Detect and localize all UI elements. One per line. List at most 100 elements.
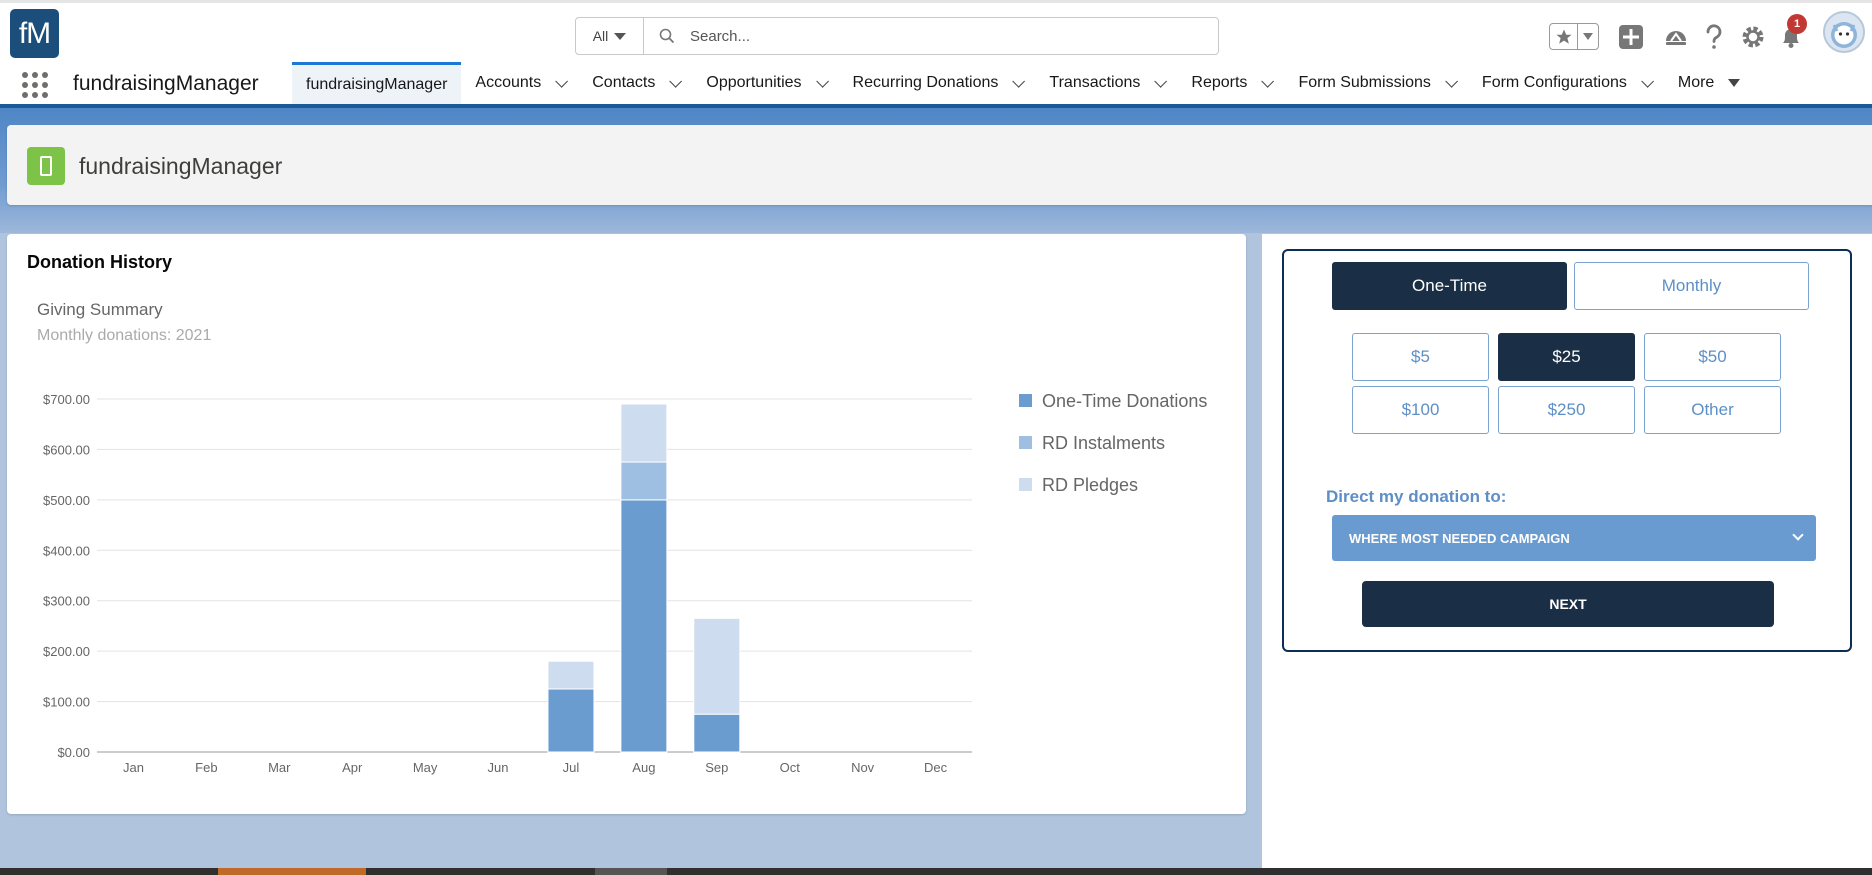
- nav-tab-transactions[interactable]: Transactions: [1035, 62, 1177, 104]
- legend-label: One-Time Donations: [1042, 391, 1207, 411]
- favorites-dropdown-icon[interactable]: [1578, 24, 1598, 49]
- nav-tab-form-configurations[interactable]: Form Configurations: [1468, 62, 1664, 104]
- chevron-down-icon[interactable]: [1012, 74, 1026, 88]
- campaign-select-value: WHERE MOST NEEDED CAMPAIGN: [1349, 530, 1570, 546]
- amount-25-button[interactable]: $25: [1498, 333, 1635, 381]
- x-tick-label: Mar: [268, 760, 291, 775]
- settings-gear-icon[interactable]: [1739, 23, 1767, 51]
- nav-tab-label: Accounts: [475, 74, 542, 91]
- y-tick-label: $400.00: [43, 543, 90, 558]
- legend-label: RD Pledges: [1042, 475, 1138, 495]
- amount-5-button[interactable]: $5: [1352, 333, 1489, 381]
- legend-swatch: [1019, 394, 1032, 407]
- search-input[interactable]: [690, 18, 1218, 54]
- chevron-down-icon[interactable]: [555, 74, 569, 88]
- nav-tab-form-submissions[interactable]: Form Submissions: [1284, 62, 1467, 104]
- star-icon[interactable]: [1550, 24, 1578, 49]
- y-tick-label: $200.00: [43, 644, 90, 659]
- nav-tab-label: Contacts: [592, 74, 656, 91]
- nav-tab-reports[interactable]: Reports: [1177, 62, 1284, 104]
- page-title: fundraisingManager: [79, 153, 283, 179]
- x-tick-label: Jan: [123, 760, 144, 775]
- amount-100-button[interactable]: $100: [1352, 386, 1489, 434]
- direct-donation-label: Direct my donation to:: [1326, 487, 1507, 506]
- trailhead-icon[interactable]: [1662, 23, 1690, 51]
- taskbar-strip: [0, 868, 1872, 875]
- nav-tab-label: Recurring Donations: [852, 74, 999, 91]
- help-icon[interactable]: [1700, 23, 1728, 51]
- x-tick-label: Dec: [924, 760, 948, 775]
- nav-tab-more[interactable]: More: [1664, 62, 1754, 104]
- chevron-down-icon[interactable]: [1154, 74, 1168, 88]
- nav-tab-label: fundraisingManager: [306, 75, 448, 93]
- search-scope-label: All: [592, 28, 609, 44]
- nav-tab-label: Reports: [1191, 74, 1248, 91]
- app-page-icon: [27, 147, 65, 185]
- nav-tab-label: More: [1677, 74, 1715, 91]
- x-tick-label: Oct: [780, 760, 801, 775]
- one-time-button[interactable]: One-Time: [1332, 262, 1567, 310]
- caret-down-icon: [614, 32, 627, 40]
- app-nav-bar: fundraisingManager fundraisingManager Ac…: [0, 62, 1872, 108]
- nav-tab-label: Form Submissions: [1298, 74, 1431, 91]
- page-header: fundraisingManager: [7, 125, 1872, 205]
- bar-segment: [620, 403, 668, 463]
- bar-segment: [693, 713, 741, 753]
- chevron-down-icon: [1792, 529, 1804, 541]
- amount-250-button[interactable]: $250: [1498, 386, 1635, 434]
- y-tick-label: $100.00: [43, 695, 90, 710]
- nav-tabs: fundraisingManager Accounts Contacts Opp…: [292, 62, 1754, 104]
- nav-tab-label: Transactions: [1049, 74, 1141, 91]
- y-tick-label: $300.00: [43, 594, 90, 609]
- bar-segment: [547, 660, 595, 690]
- nav-tab-home[interactable]: fundraisingManager: [292, 62, 462, 104]
- notification-count-badge: 1: [1787, 14, 1807, 34]
- favorites-group: [1549, 23, 1599, 50]
- y-tick-label: $0.00: [57, 745, 90, 760]
- amount-50-button[interactable]: $50: [1644, 333, 1781, 381]
- x-tick-label: May: [413, 760, 438, 775]
- search-scope-select[interactable]: All: [576, 18, 644, 54]
- user-avatar[interactable]: [1823, 11, 1865, 53]
- global-actions-add-icon[interactable]: [1617, 23, 1645, 51]
- global-search: All: [575, 17, 1219, 55]
- y-tick-label: $600.00: [43, 442, 90, 457]
- legend-swatch: [1019, 478, 1032, 491]
- x-tick-label: Nov: [851, 760, 875, 775]
- x-tick-label: Apr: [342, 760, 363, 775]
- nav-tab-opportunities[interactable]: Opportunities: [692, 62, 838, 104]
- donation-panel: One-Time Monthly $5 $25 $50 $100 $250 Ot…: [1262, 234, 1872, 875]
- y-tick-label: $700.00: [43, 392, 90, 407]
- bar-segment: [693, 617, 741, 715]
- bar-segment: [620, 499, 668, 753]
- nav-tab-contacts[interactable]: Contacts: [578, 62, 692, 104]
- x-tick-label: Sep: [705, 760, 728, 775]
- legend-label: RD Instalments: [1042, 433, 1165, 453]
- chevron-down-icon[interactable]: [669, 74, 683, 88]
- app-launcher-icon[interactable]: [22, 72, 48, 98]
- nav-tab-accounts[interactable]: Accounts: [461, 62, 578, 104]
- app-name: fundraisingManager: [73, 72, 259, 95]
- campaign-select[interactable]: WHERE MOST NEEDED CAMPAIGN: [1332, 515, 1816, 561]
- x-tick-label: Jun: [488, 760, 509, 775]
- app-logo[interactable]: fM: [10, 9, 59, 58]
- donation-history-card: Donation History Giving Summary Monthly …: [7, 234, 1246, 814]
- x-tick-label: Feb: [195, 760, 217, 775]
- chevron-down-icon[interactable]: [815, 74, 829, 88]
- bar-segment: [620, 461, 668, 501]
- x-tick-label: Aug: [632, 760, 655, 775]
- legend-swatch: [1019, 436, 1032, 449]
- donation-form: One-Time Monthly $5 $25 $50 $100 $250 Ot…: [1282, 249, 1852, 652]
- monthly-button[interactable]: Monthly: [1574, 262, 1809, 310]
- nav-tab-label: Opportunities: [706, 74, 802, 91]
- nav-tab-label: Form Configurations: [1481, 74, 1627, 91]
- amount-other-button[interactable]: Other: [1644, 386, 1781, 434]
- search-icon: [644, 18, 690, 54]
- chevron-down-icon[interactable]: [1445, 74, 1458, 88]
- next-button[interactable]: NEXT: [1362, 581, 1774, 627]
- giving-summary-chart: $0.00 $100.00 $200.00 $300.00 $400.00 $500.00…: [43, 391, 1207, 775]
- chevron-down-icon[interactable]: [1641, 74, 1654, 88]
- chevron-down-icon[interactable]: [1261, 74, 1275, 88]
- nav-tab-recurring-donations[interactable]: Recurring Donations: [839, 62, 1036, 104]
- x-tick-label: Jul: [563, 760, 580, 775]
